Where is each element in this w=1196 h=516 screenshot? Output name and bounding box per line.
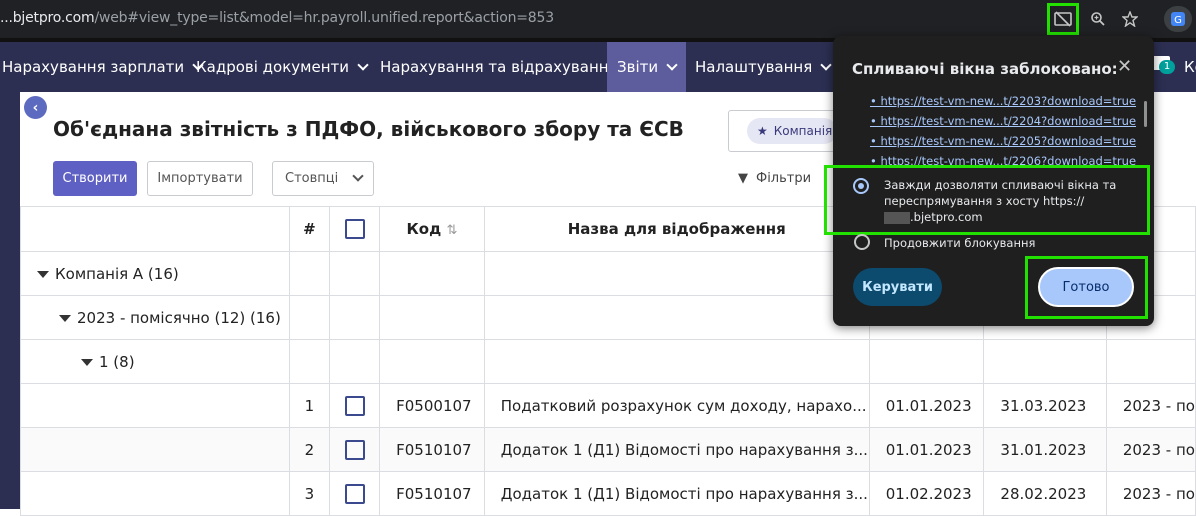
row-number: 1 <box>288 383 330 428</box>
group-row-month[interactable]: 1 (8) <box>20 339 1196 384</box>
search-facet-chip[interactable]: ★ Компанія <box>747 118 837 144</box>
allow-radio[interactable] <box>853 178 869 194</box>
done-button[interactable]: Готово <box>1038 267 1134 307</box>
header-code[interactable]: Код ⇅ <box>379 206 485 252</box>
option-always-allow[interactable]: Завжди дозволяти спливаючі вікна та пере… <box>824 165 1150 235</box>
allow-option-text: Завжди дозволяти спливаючі вікна та пере… <box>884 177 1134 225</box>
row-date-to: 31.01.2023 <box>983 427 1107 472</box>
nav-item-accruals[interactable]: Нарахування та відрахування <box>380 42 618 92</box>
blocked-link[interactable]: • https://test-vm-new...t/2204?download=… <box>870 111 1136 131</box>
nav-item-label: Налаштування <box>695 58 813 76</box>
caret-down-icon <box>59 314 71 322</box>
chevron-down-icon <box>820 58 832 71</box>
block-option-text: Продовжити блокування <box>884 236 1036 250</box>
row-name: Податковий розрахунок сум доходу, нарахо… <box>483 383 870 428</box>
nav-item-label: Нарахування зарплати <box>2 58 185 76</box>
row-name: Додаток 1 (Д1) Відомості про нарахування… <box>483 427 870 472</box>
allow-line-3: .bjetpro.com <box>910 210 983 224</box>
page-title: Об'єднана звітність з ПДФО, військового … <box>53 117 684 141</box>
popup-blocked-dialog: Спливаючі вікна заблоковано: ✕ • https:/… <box>824 36 1154 326</box>
filters-label: Фільтри <box>756 171 812 186</box>
address-bar[interactable]: ...bjetpro.com/web#view_type=list&model=… <box>0 10 554 26</box>
filter-icon: ▼ <box>738 171 748 186</box>
url-path: /web#view_type=list&model=hr.payroll.uni… <box>94 10 554 26</box>
columns-button[interactable]: Стовпці <box>272 161 374 196</box>
row-checkbox[interactable] <box>344 395 365 416</box>
blocked-link[interactable]: • https://test-vm-new...t/2203?download=… <box>870 91 1136 111</box>
header-number: # <box>288 206 330 252</box>
dialog-title: Спливаючі вікна заблоковано: <box>852 60 1118 78</box>
row-code: F0510107 <box>379 427 485 472</box>
nav-item-label: Кадрові документи <box>196 58 350 76</box>
caret-down-icon <box>81 358 93 366</box>
allow-line-2: переспрямування з хосту https:// <box>884 194 1085 208</box>
back-arrow-icon[interactable]: ‹ <box>24 96 47 119</box>
popup-blocked-icon[interactable] <box>1047 3 1079 35</box>
done-highlight: Готово <box>1025 256 1148 319</box>
close-icon[interactable]: ✕ <box>1117 56 1132 77</box>
user-name: Ке <box>1184 58 1196 76</box>
row-period: 2023 - по <box>1105 383 1196 428</box>
url-host: ...bjetpro.com <box>0 10 95 26</box>
create-button[interactable]: Створити <box>53 161 137 196</box>
chevron-down-icon <box>352 170 364 182</box>
row-code: F0500107 <box>379 383 485 428</box>
manage-button[interactable]: Керувати <box>853 268 942 306</box>
group-label: 1 (8) <box>99 352 135 371</box>
nav-item-payroll[interactable]: Нарахування зарплати <box>0 42 204 92</box>
table-row[interactable]: 1 F0500107 Податковий розрахунок сум дох… <box>20 383 1196 428</box>
select-all-checkbox[interactable] <box>344 219 365 239</box>
group-label-cell[interactable]: 1 (8) <box>20 339 290 384</box>
zoom-icon[interactable] <box>1085 6 1111 32</box>
table-row[interactable]: 2 F0510107 Додаток 1 (Д1) Відомості про … <box>20 427 1196 472</box>
blocked-links-list: • https://test-vm-new...t/2203?download=… <box>870 91 1136 171</box>
chevron-down-icon <box>357 58 369 71</box>
bookmark-star-icon[interactable] <box>1117 6 1143 32</box>
import-button[interactable]: Імпортувати <box>147 161 253 196</box>
sort-icon[interactable]: ⇅ <box>446 223 457 238</box>
columns-label: Стовпці <box>285 171 339 186</box>
links-scrollbar[interactable] <box>1144 101 1147 127</box>
nav-item-label: Нарахування та відрахування <box>380 58 618 76</box>
row-date-to: 31.03.2023 <box>983 383 1107 428</box>
allow-line-1: Завжди дозволяти спливаючі вікна та <box>884 178 1117 192</box>
header-group <box>20 206 290 252</box>
group-label-cell[interactable]: Компанія А (16) <box>20 251 290 296</box>
user-menu[interactable]: Ке <box>1184 42 1196 92</box>
nav-item-reports[interactable]: Звіти <box>607 42 687 92</box>
browser-toolbar: ...bjetpro.com/web#view_type=list&model=… <box>0 0 1196 38</box>
header-display-name[interactable]: Назва для відображення <box>483 206 870 252</box>
row-date-from: 01.01.2023 <box>868 427 985 472</box>
block-radio[interactable] <box>854 234 870 250</box>
nav-item-settings[interactable]: Налаштування <box>695 42 832 92</box>
group-label: Компанія А (16) <box>55 264 179 283</box>
chat-badge: 1 <box>1159 60 1175 74</box>
star-icon: ★ <box>757 124 768 138</box>
caret-down-icon <box>37 270 49 278</box>
header-select-all[interactable] <box>328 206 381 252</box>
row-date-from: 01.01.2023 <box>868 383 985 428</box>
group-label: 2023 - помісячно (12) (16) <box>77 308 281 327</box>
chip-label: Компанія <box>773 124 833 138</box>
row-checkbox[interactable] <box>344 483 365 504</box>
row-number: 2 <box>288 427 330 472</box>
translate-extension-icon[interactable]: G <box>1164 6 1192 32</box>
row-period: 2023 - по <box>1105 427 1196 472</box>
row-checkbox[interactable] <box>344 439 365 460</box>
group-label-cell[interactable]: 2023 - помісячно (12) (16) <box>20 295 290 340</box>
blocked-link[interactable]: • https://test-vm-new...t/2205?download=… <box>870 131 1136 151</box>
svg-text:G: G <box>1174 15 1182 26</box>
filters-button[interactable]: ▼ Фільтри <box>738 171 811 186</box>
left-stripe <box>0 92 20 509</box>
chevron-down-icon <box>666 58 678 71</box>
redacted-host <box>884 211 910 224</box>
nav-item-hr-documents[interactable]: Кадрові документи <box>196 42 369 92</box>
nav-item-label: Звіти <box>617 58 659 76</box>
